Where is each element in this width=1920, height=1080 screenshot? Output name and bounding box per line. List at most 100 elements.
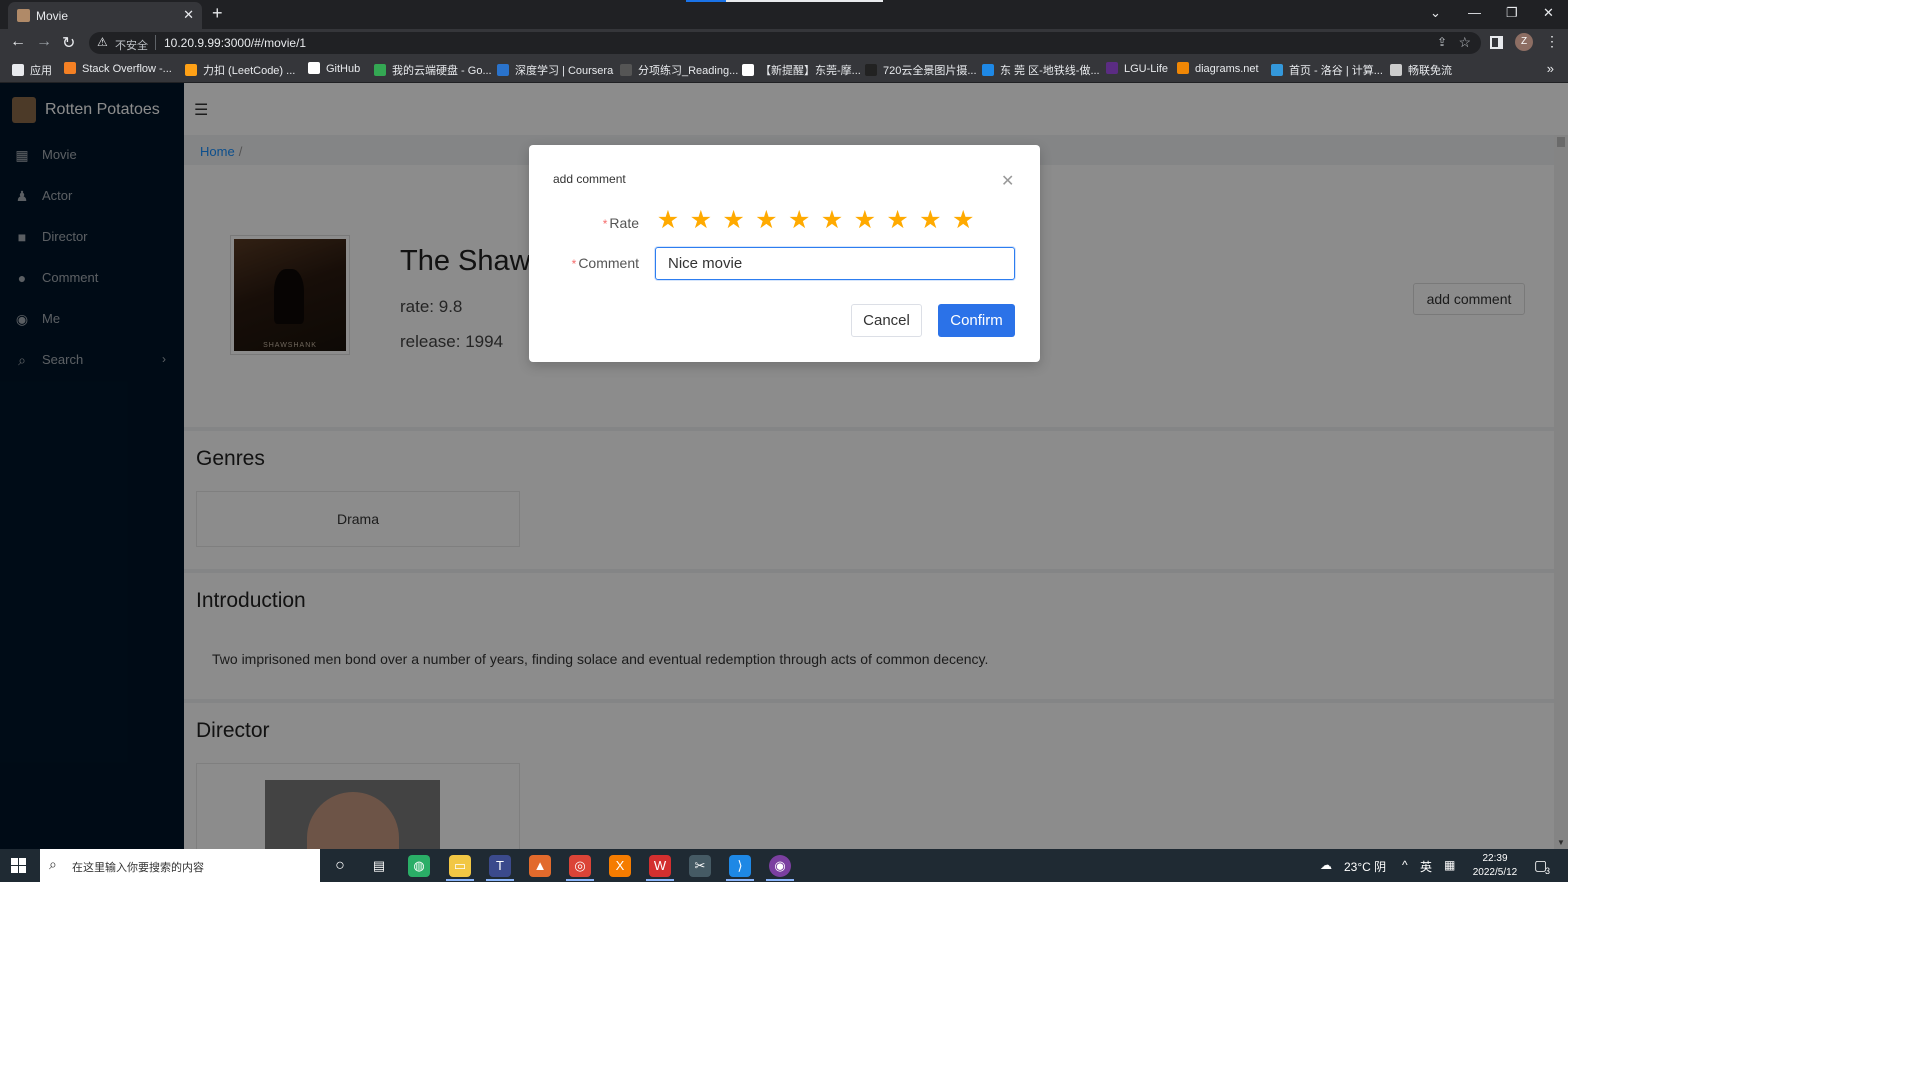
windows-start-icon[interactable] [11, 858, 27, 874]
star-icon[interactable]: ★ [852, 207, 878, 233]
forward-icon[interactable]: → [36, 33, 52, 51]
weather-text[interactable]: 23°C 阴 [1344, 858, 1386, 875]
bookmark-favicon-icon [742, 64, 754, 76]
bookmark-label: 畅联免流 [1408, 65, 1452, 77]
clock-time: 22:39 [1482, 853, 1508, 864]
bookmark-favicon-icon [64, 62, 76, 74]
github-desktop-icon[interactable]: ◉ [769, 855, 791, 877]
cancel-button[interactable]: Cancel [851, 304, 922, 337]
browser-menu-icon[interactable]: ⋮ [1545, 33, 1559, 50]
insecure-label: 不安全 [115, 40, 148, 52]
share-icon[interactable]: ⇪ [1437, 35, 1447, 49]
warning-icon: ⚠ [97, 35, 108, 49]
dialog-title: add comment [553, 172, 626, 186]
star-icon[interactable]: ★ [950, 207, 976, 233]
snipping-tool-icon[interactable]: ✂ [689, 855, 711, 877]
tab-favicon-icon [17, 9, 30, 22]
star-icon[interactable]: ★ [753, 207, 779, 233]
bookmarks-overflow-icon[interactable]: » [1547, 61, 1554, 76]
bookmark-favicon-icon [620, 64, 632, 76]
chrome-icon[interactable]: ◎ [569, 855, 591, 877]
bookmark-item[interactable]: LGU-Life [1106, 62, 1168, 75]
bookmark-label: 首页 - 洛谷 | 计算... [1289, 65, 1383, 77]
bookmark-item[interactable]: 应用 [12, 62, 52, 78]
bookmark-item[interactable]: 首页 - 洛谷 | 计算... [1271, 62, 1383, 78]
bookmark-star-icon[interactable]: ☆ [1458, 34, 1471, 51]
minimize-icon[interactable]: — [1468, 5, 1481, 20]
bookmark-item[interactable]: 深度学习 | Coursera [497, 62, 613, 78]
ime-indicator[interactable]: 英 [1420, 858, 1432, 875]
star-icon[interactable]: ★ [786, 207, 812, 233]
star-icon[interactable]: ★ [819, 207, 845, 233]
back-icon[interactable]: ← [10, 33, 26, 51]
file-explorer-icon[interactable]: ▭ [449, 855, 471, 877]
search-icon: ⌕ [49, 856, 57, 872]
bookmark-item[interactable]: 东 莞 区-地铁线-做... [982, 62, 1100, 78]
notification-count: 3 [1545, 866, 1551, 876]
comment-input[interactable]: Nice movie [655, 247, 1015, 280]
vscode-icon[interactable]: ⟩ [729, 855, 751, 877]
browser-toolbar: ← → ↻ ⚠ 不安全 10.20.9.99:3000/#/movie/1 ⇪ … [0, 29, 1568, 57]
address-bar[interactable]: ⚠ 不安全 10.20.9.99:3000/#/movie/1 ⇪ ☆ [89, 32, 1481, 54]
typora-icon[interactable]: T [489, 855, 511, 877]
rate-label: * Rate [602, 215, 639, 231]
wechat-icon[interactable]: ◍ [408, 855, 430, 877]
bookmark-favicon-icon [1106, 62, 1118, 74]
weather-icon[interactable]: ☁ [1320, 858, 1332, 872]
bookmark-item[interactable]: 力扣 (LeetCode) ... [185, 62, 295, 78]
star-icon[interactable]: ★ [688, 207, 714, 233]
bookmark-item[interactable]: 【新提醒】东莞-摩... [742, 62, 861, 78]
restore-icon[interactable]: ❐ [1506, 5, 1518, 21]
window-close-icon[interactable]: ✕ [1543, 5, 1554, 21]
close-icon[interactable]: ✕ [1001, 171, 1014, 191]
star-icon[interactable]: ★ [885, 207, 911, 233]
star-icon[interactable]: ★ [655, 207, 681, 233]
bookmark-label: GitHub [326, 63, 361, 75]
confirm-button[interactable]: Confirm [938, 304, 1015, 337]
loading-indicator [686, 0, 883, 2]
bookmark-favicon-icon [982, 64, 994, 76]
task-view-icon[interactable]: ▤ [368, 855, 390, 877]
bookmark-label: 力扣 (LeetCode) ... [203, 65, 296, 77]
new-tab-icon[interactable]: + [212, 3, 223, 24]
bookmark-favicon-icon [185, 64, 197, 76]
bookmark-item[interactable]: diagrams.net [1177, 62, 1259, 75]
bookmark-favicon-icon [12, 64, 24, 76]
taskbar-search-box[interactable]: ⌕ 在这里输入你要搜索的内容 [40, 849, 320, 882]
browser-tab[interactable]: Movie ✕ [8, 2, 202, 29]
bookmark-item[interactable]: 分项练习_Reading... [620, 62, 738, 78]
bookmark-favicon-icon [865, 64, 877, 76]
bookmark-label: LGU-Life [1124, 63, 1169, 75]
bookmark-item[interactable]: Stack Overflow -... [64, 62, 172, 75]
reload-icon[interactable]: ↻ [62, 33, 75, 53]
bookmark-label: 【新提醒】东莞-摩... [760, 65, 861, 77]
tab-title: Movie [36, 9, 69, 23]
bookmark-favicon-icon [1271, 64, 1283, 76]
bookmark-item[interactable]: 720云全景图片摄... [865, 62, 977, 78]
xampp-icon[interactable]: X [609, 855, 631, 877]
bookmark-label: diagrams.net [1195, 63, 1259, 75]
bookmark-favicon-icon [1177, 62, 1189, 74]
side-panel-icon[interactable] [1490, 36, 1503, 49]
bookmark-label: 深度学习 | Coursera [515, 65, 614, 77]
tray-chevron-icon[interactable]: ^ [1402, 858, 1408, 872]
bookmark-label: 东 莞 区-地铁线-做... [1000, 65, 1100, 77]
bookmark-item[interactable]: GitHub [308, 62, 360, 75]
tab-close-icon[interactable]: ✕ [183, 7, 194, 23]
comment-label: * Comment [571, 255, 639, 271]
profile-avatar[interactable]: Z [1515, 33, 1533, 51]
bookmark-label: 分项练习_Reading... [638, 65, 739, 77]
clock-date: 2022/5/12 [1472, 867, 1518, 878]
bookmark-favicon-icon [1390, 64, 1402, 76]
bookmark-favicon-icon [497, 64, 509, 76]
star-icon[interactable]: ★ [917, 207, 943, 233]
tab-search-icon[interactable]: ⌄ [1430, 5, 1441, 21]
keyboard-icon[interactable]: ▦ [1444, 858, 1455, 872]
star-icon[interactable]: ★ [721, 207, 747, 233]
bookmark-item[interactable]: 畅联免流 [1390, 62, 1452, 78]
wps-icon[interactable]: W [649, 855, 671, 877]
clock[interactable]: 22:39 2022/5/12 [1470, 852, 1520, 880]
cortana-icon[interactable]: ○ [329, 855, 351, 877]
matlab-icon[interactable]: ▲ [529, 855, 551, 877]
bookmark-item[interactable]: 我的云端硬盘 - Go... [374, 62, 492, 78]
